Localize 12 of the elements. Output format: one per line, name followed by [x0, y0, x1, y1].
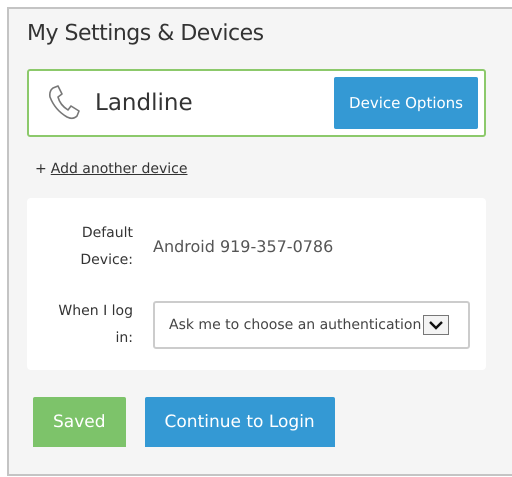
- field-label: When I log in:: [57, 302, 133, 348]
- field-label: Default Device:: [79, 224, 133, 270]
- phone-icon: [47, 85, 81, 122]
- add-device-link[interactable]: Add another device: [50, 159, 188, 180]
- plus-sign: +: [35, 160, 47, 180]
- field-value: Android 919-357-0786: [153, 236, 334, 258]
- login-method-select[interactable]: Ask me to choose an authentication: [153, 301, 470, 350]
- page-title: My Settings & Devices: [27, 21, 265, 48]
- device-name: Landline: [95, 89, 194, 118]
- continue-button[interactable]: Continue to Login: [144, 397, 335, 448]
- device-options-button[interactable]: Device Options: [334, 77, 478, 130]
- saved-button[interactable]: Saved: [33, 397, 126, 448]
